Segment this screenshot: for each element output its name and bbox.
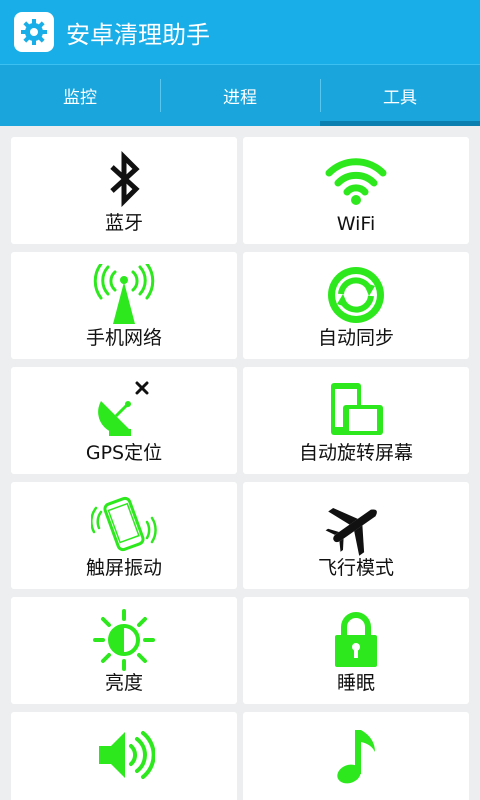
- tab-tools[interactable]: 工具: [320, 65, 480, 126]
- tool-label: 手机网络: [85, 327, 162, 349]
- tool-airplane-mode[interactable]: 飞行模式: [243, 482, 469, 589]
- music-note-icon: [337, 730, 375, 784]
- tab-bar: 监控 进程 工具: [0, 64, 480, 126]
- tool-label: 自动同步: [317, 327, 394, 349]
- lock-icon: [335, 612, 377, 667]
- brightness-icon: [93, 609, 155, 671]
- tool-auto-rotate[interactable]: 自动旋转屏幕: [243, 367, 469, 474]
- tool-mobile-network[interactable]: 手机网络: [11, 252, 237, 359]
- satellite-dish-icon: [98, 381, 149, 436]
- tool-volume[interactable]: [11, 712, 237, 800]
- tool-label: 蓝牙: [104, 212, 143, 234]
- tool-wifi[interactable]: WiFi: [243, 137, 469, 244]
- tool-bluetooth[interactable]: 蓝牙: [11, 137, 237, 244]
- tool-touch-vibrate[interactable]: 触屏振动: [11, 482, 237, 589]
- tool-label: 睡眠: [336, 672, 375, 694]
- tool-auto-sync[interactable]: 自动同步: [243, 252, 469, 359]
- tool-label: WiFi: [336, 213, 376, 235]
- tool-brightness[interactable]: 亮度: [11, 597, 237, 704]
- gear-icon: [14, 12, 54, 52]
- tool-label: 触屏振动: [85, 557, 162, 579]
- screen-rotate-icon: [331, 383, 383, 435]
- tool-label: 飞行模式: [317, 557, 394, 579]
- tool-label: GPS定位: [85, 442, 163, 464]
- sync-icon: [328, 267, 384, 323]
- tab-monitor[interactable]: 监控: [0, 65, 160, 126]
- wifi-icon: [325, 158, 387, 205]
- tool-music[interactable]: [243, 712, 469, 800]
- title-bar: 安卓清理助手: [0, 0, 480, 64]
- tools-grid: 蓝牙 WiFi 手机网络 自动同步 GPS定位 自动旋转屏幕 触屏振动 飞行模式…: [0, 126, 480, 800]
- tool-sleep[interactable]: 睡眠: [243, 597, 469, 704]
- tool-label: 亮度: [104, 672, 143, 694]
- app-title: 安卓清理助手: [66, 20, 210, 49]
- airplane-icon: [325, 508, 377, 556]
- tool-gps[interactable]: GPS定位: [11, 367, 237, 474]
- volume-icon: [99, 731, 155, 779]
- phone-vibrate-icon: [91, 496, 157, 552]
- tool-label: 自动旋转屏幕: [298, 442, 413, 464]
- tab-process[interactable]: 进程: [160, 65, 320, 126]
- cell-tower-icon: [93, 264, 155, 324]
- bluetooth-icon: [110, 150, 140, 208]
